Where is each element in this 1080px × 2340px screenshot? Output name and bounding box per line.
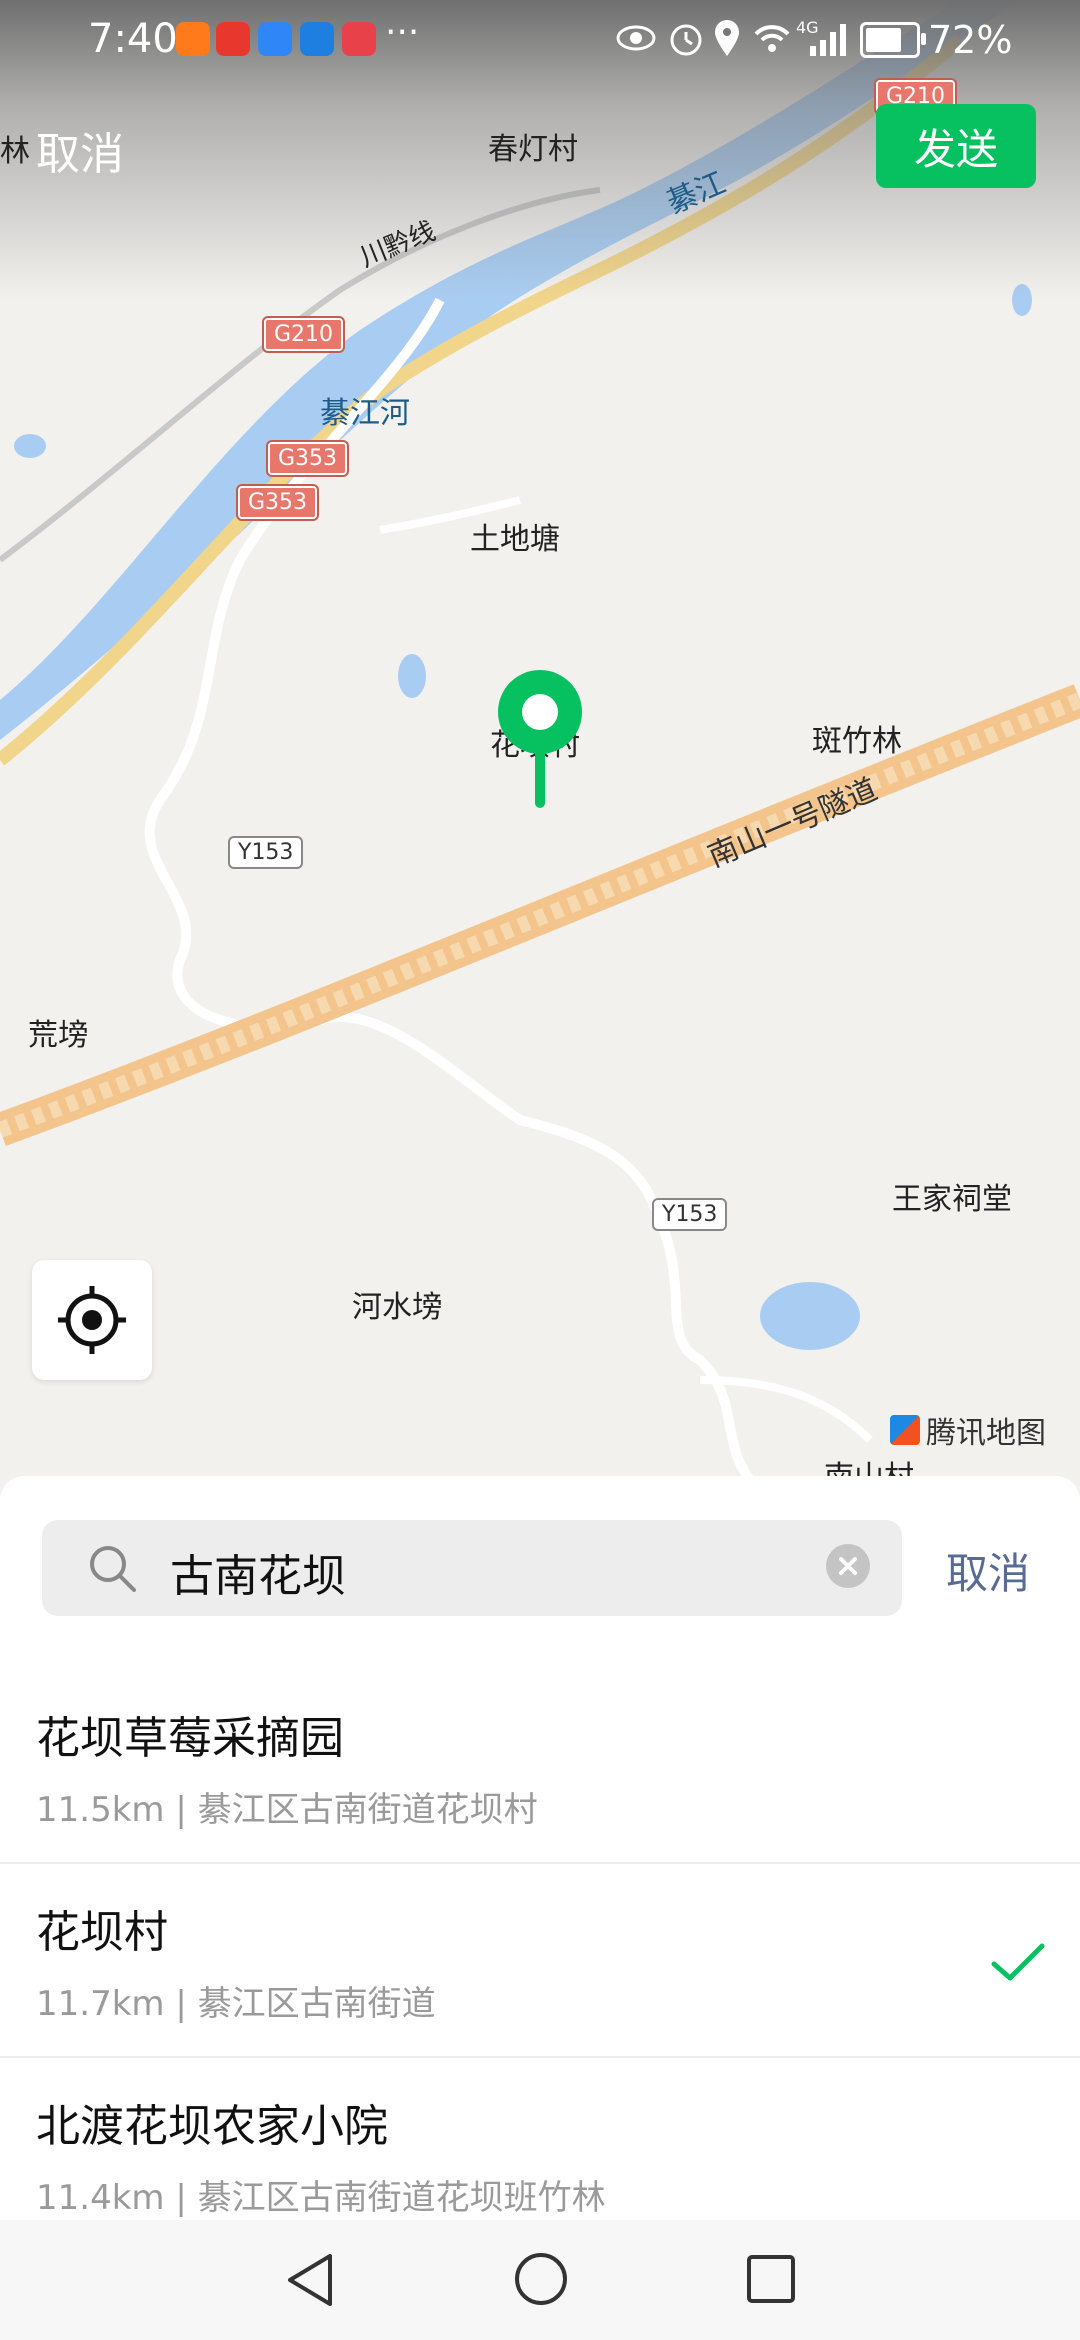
road-shield-g353b: G353 bbox=[238, 486, 318, 519]
wifi-icon bbox=[754, 25, 790, 52]
location-pin-icon bbox=[498, 670, 582, 808]
close-icon bbox=[839, 1557, 857, 1575]
send-button[interactable]: 发送 bbox=[876, 104, 1036, 188]
battery-fill bbox=[866, 28, 901, 52]
browser-notification-icon bbox=[300, 22, 334, 56]
map-label-partial: 林 bbox=[0, 134, 30, 169]
tencent-map-logo-icon bbox=[890, 1415, 920, 1445]
result-detail: 11.7km | 綦江区古南街道 bbox=[36, 1984, 436, 2024]
map-label-tudi: 土地塘 bbox=[470, 522, 560, 557]
search-box[interactable]: 古南花坝 bbox=[42, 1520, 902, 1616]
result-item[interactable]: 花坝草莓采摘园 11.5km | 綦江区古南街道花坝村 bbox=[0, 1670, 1080, 1864]
status-time: 7:40 bbox=[88, 16, 178, 62]
battery-percent: 72% bbox=[928, 18, 1013, 62]
map-label-huang: 荒塝 bbox=[28, 1018, 88, 1053]
status-bar: 7:40 ··· 4G 72% bbox=[0, 0, 1080, 90]
road-shield-g353a: G353 bbox=[268, 442, 348, 475]
map-label-chundeng: 春灯村 bbox=[488, 132, 578, 167]
map-view[interactable]: 林 春灯村 綦江 川黔线 綦江河 土地塘 花坝村 斑竹林 荒塝 南山一号隧道 王… bbox=[0, 0, 1080, 1480]
search-cancel-button[interactable]: 取消 bbox=[946, 1540, 1030, 1601]
video-app-notification-icon bbox=[176, 22, 210, 56]
result-detail: 11.4km | 綦江区古南街道花坝班竹林 bbox=[36, 2178, 606, 2218]
recents-icon[interactable] bbox=[744, 2252, 798, 2306]
huawei-store-notification-icon bbox=[342, 22, 376, 56]
search-input[interactable]: 古南花坝 bbox=[170, 1540, 346, 1604]
my-location-button[interactable] bbox=[32, 1260, 152, 1380]
attribution-text: 腾讯地图 bbox=[926, 1416, 1046, 1451]
top-cancel-button[interactable]: 取消 bbox=[36, 118, 124, 182]
map-label-river: 綦江河 bbox=[320, 396, 410, 431]
alarm-icon bbox=[670, 24, 702, 56]
result-detail: 11.5km | 綦江区古南街道花坝村 bbox=[36, 1790, 538, 1830]
eye-icon bbox=[616, 25, 656, 51]
checkmark-icon bbox=[991, 1943, 1045, 1981]
back-icon[interactable] bbox=[282, 2250, 338, 2310]
road-shield-y153a: Y153 bbox=[228, 836, 304, 869]
more-notifications-icon: ··· bbox=[385, 12, 420, 53]
clear-search-button[interactable] bbox=[826, 1544, 870, 1588]
result-name: 花坝草莓采摘园 bbox=[36, 1713, 344, 1764]
result-name: 北渡花坝农家小院 bbox=[36, 2101, 388, 2152]
search-icon bbox=[90, 1546, 136, 1592]
location-icon bbox=[715, 20, 739, 56]
result-item-selected[interactable]: 花坝村 11.7km | 綦江区古南街道 bbox=[0, 1864, 1080, 2058]
cloud-notification-icon bbox=[258, 22, 292, 56]
crosshair-icon bbox=[58, 1286, 126, 1354]
bank-app-notification-icon bbox=[216, 22, 250, 56]
system-nav-bar bbox=[0, 2220, 1080, 2340]
road-shield-y153b: Y153 bbox=[652, 1198, 728, 1231]
map-label-heshui: 河水塝 bbox=[352, 1290, 442, 1325]
signal-icon bbox=[810, 24, 846, 56]
result-name: 花坝村 bbox=[36, 1907, 168, 1958]
battery-icon bbox=[860, 22, 926, 58]
search-results-panel: 古南花坝 取消 花坝草莓采摘园 11.5km | 綦江区古南街道花坝村 花坝村 … bbox=[0, 1476, 1080, 2220]
road-shield-g210: G210 bbox=[264, 318, 344, 351]
map-label-banzhu: 斑竹林 bbox=[812, 724, 902, 759]
home-icon[interactable] bbox=[512, 2250, 570, 2308]
map-label-wangjia: 王家祠堂 bbox=[892, 1182, 1012, 1217]
map-attribution: 腾讯地图 bbox=[890, 1408, 1046, 1452]
